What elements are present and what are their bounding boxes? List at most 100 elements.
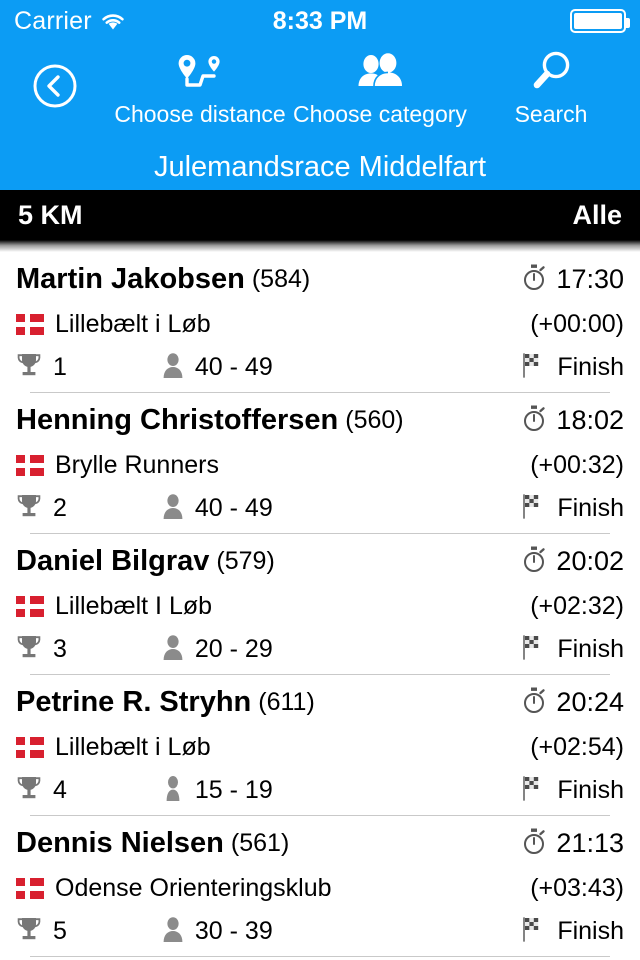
row-meta-line: 1 40 - 49 Finish [0, 346, 640, 388]
runner-age-group-cell: 40 - 49 [162, 352, 273, 383]
distance-filter-label[interactable]: 5 KM [18, 200, 83, 231]
runner-bib: (611) [258, 687, 315, 716]
stopwatch-icon [521, 404, 547, 437]
runner-name: Petrine R. Stryhn [16, 685, 252, 718]
choose-category-label: Choose category [293, 101, 467, 127]
choose-category-button[interactable]: Choose category [290, 50, 470, 128]
runner-bib: (584) [251, 264, 311, 293]
person-male-icon [162, 352, 184, 383]
runner-bib: (561) [230, 828, 290, 857]
row-club-line: Lillebælt i Løb (+00:00) [0, 302, 640, 346]
choose-distance-label: Choose distance [114, 101, 286, 127]
back-circle-icon [32, 64, 78, 108]
runner-age-group-cell: 40 - 49 [162, 493, 273, 524]
runner-status-cell: Finish [519, 915, 624, 948]
runner-place: 3 [53, 634, 67, 663]
row-meta-line: 5 30 - 39 Finish [0, 910, 640, 952]
checkered-flag-icon [519, 774, 545, 807]
runner-status-cell: Finish [519, 633, 624, 666]
people-icon [354, 50, 406, 94]
trophy-icon [16, 775, 42, 806]
row-meta-line: 2 40 - 49 Finish [0, 487, 640, 529]
runner-status-cell: Finish [519, 492, 624, 525]
section-bar-shadow [0, 240, 640, 252]
runner-place: 4 [53, 775, 67, 804]
row-separator [30, 956, 610, 957]
runner-age-group-cell: 15 - 19 [162, 775, 273, 806]
search-button[interactable]: Search [470, 50, 640, 128]
row-club-line: Brylle Runners (+00:32) [0, 443, 640, 487]
person-male-icon [162, 634, 184, 665]
runner-time-group: 18:02 [521, 404, 624, 437]
stopwatch-icon [521, 545, 547, 578]
runner-place: 5 [53, 916, 67, 945]
runner-time: 20:02 [556, 545, 624, 576]
runner-status: Finish [557, 634, 624, 663]
runner-club: Odense Orienteringsklub [55, 873, 332, 902]
table-row[interactable]: Petrine R. Stryhn (611) 20:24 Lillebælt … [0, 675, 640, 816]
runner-gap: (+00:32) [530, 450, 624, 479]
back-button[interactable] [0, 50, 110, 108]
denmark-flag-icon [16, 454, 44, 476]
row-meta-line: 3 20 - 29 Finish [0, 628, 640, 670]
status-bar: Carrier 8:33 PM [0, 0, 640, 42]
carrier-label: Carrier [14, 6, 92, 35]
table-row[interactable]: Martin Jakobsen (584) 17:30 Lillebælt i … [0, 252, 640, 393]
runner-age-group: 20 - 29 [194, 634, 273, 663]
runner-name: Daniel Bilgrav [16, 544, 210, 577]
denmark-flag-icon [16, 595, 44, 617]
denmark-flag-icon [16, 877, 44, 899]
row-club-line: Lillebælt i Løb (+02:54) [0, 725, 640, 769]
trophy-icon [16, 493, 42, 524]
choose-distance-button[interactable]: Choose distance [110, 50, 290, 128]
results-list[interactable]: Martin Jakobsen (584) 17:30 Lillebælt i … [0, 252, 640, 957]
wifi-icon [100, 11, 126, 31]
runner-name: Dennis Nielsen [16, 826, 224, 859]
denmark-flag-icon [16, 313, 44, 335]
search-label: Search [514, 101, 588, 127]
category-filter-label[interactable]: Alle [572, 200, 622, 231]
runner-time-group: 20:24 [521, 686, 624, 719]
runner-age-group-cell: 30 - 39 [162, 916, 273, 947]
runner-status: Finish [557, 916, 624, 945]
row-club-line: Lillebælt I Løb (+02:32) [0, 584, 640, 628]
person-male-icon [162, 916, 184, 947]
checkered-flag-icon [519, 633, 545, 666]
checkered-flag-icon [519, 492, 545, 525]
checkered-flag-icon [519, 351, 545, 384]
runner-time: 18:02 [556, 404, 624, 435]
runner-club: Lillebælt i Løb [55, 309, 211, 338]
row-name-line: Martin Jakobsen (584) 17:30 [0, 256, 640, 302]
runner-age-group: 30 - 39 [194, 916, 273, 945]
runner-time-group: 20:02 [521, 545, 624, 578]
runner-status-cell: Finish [519, 774, 624, 807]
runner-bib: (579) [216, 546, 275, 575]
navigation-bar: Choose distance Choose category Search J… [0, 42, 640, 190]
trophy-icon [16, 634, 42, 665]
table-row[interactable]: Dennis Nielsen (561) 21:13 Odense Orient… [0, 816, 640, 957]
runner-age-group: 15 - 19 [194, 775, 273, 804]
search-icon [527, 50, 575, 94]
person-female-icon [162, 775, 184, 806]
row-name-line: Henning Christoffersen (560) 18:02 [0, 397, 640, 443]
runner-time-group: 21:13 [521, 827, 624, 860]
runner-place: 2 [53, 493, 67, 522]
runner-time-group: 17:30 [521, 263, 624, 296]
runner-age-group: 40 - 49 [194, 493, 273, 522]
runner-age-group: 40 - 49 [194, 352, 273, 381]
runner-age-group-cell: 20 - 29 [162, 634, 273, 665]
runner-club: Brylle Runners [55, 450, 219, 479]
denmark-flag-icon [16, 736, 44, 758]
table-row[interactable]: Daniel Bilgrav (579) 20:02 Lillebælt I L… [0, 534, 640, 675]
route-pins-icon [173, 50, 227, 94]
table-row[interactable]: Henning Christoffersen (560) 18:02 Bryll… [0, 393, 640, 534]
runner-gap: (+02:32) [530, 591, 624, 620]
row-club-line: Odense Orienteringsklub (+03:43) [0, 866, 640, 910]
runner-club: Lillebælt i Løb [55, 732, 211, 761]
row-name-line: Daniel Bilgrav (579) 20:02 [0, 538, 640, 584]
checkered-flag-icon [519, 915, 545, 948]
status-bar-right [570, 9, 630, 33]
runner-status: Finish [557, 352, 624, 381]
battery-full-icon [570, 9, 630, 33]
race-title: Julemandsrace Middelfart [153, 151, 487, 183]
